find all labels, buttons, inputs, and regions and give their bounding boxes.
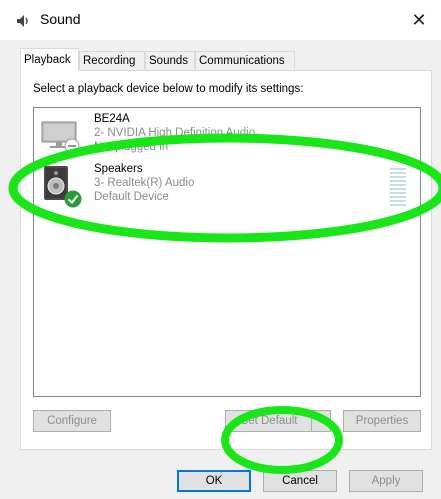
apply-label: Apply — [371, 475, 401, 487]
set-default-dropdown[interactable] — [311, 411, 330, 431]
tab-playback[interactable]: Playback — [20, 48, 79, 71]
window-title: Sound — [40, 11, 81, 27]
device-status: Not plugged in — [94, 141, 169, 153]
tab-label: Communications — [199, 55, 285, 67]
tab-sounds[interactable]: Sounds — [145, 51, 195, 69]
volume-level-meter — [390, 168, 406, 206]
instruction-text: Select a playback device below to modify… — [33, 83, 304, 95]
ok-label: OK — [205, 475, 223, 487]
device-item-be24a[interactable]: BE24A 2- NVIDIA High Definition Audio No… — [34, 110, 420, 160]
default-check-icon — [64, 190, 82, 208]
device-name: Speakers — [94, 163, 143, 175]
set-default-label: Set Default — [240, 415, 298, 427]
cancel-label: Cancel — [282, 475, 318, 487]
device-driver: 2- NVIDIA High Definition Audio — [94, 127, 256, 139]
configure-label: Configure — [47, 415, 97, 427]
tab-label: Recording — [83, 55, 136, 67]
dialog-client-area: Playback Recording Sounds Communications… — [0, 40, 441, 499]
tab-label: Sounds — [149, 55, 189, 67]
cancel-button[interactable]: Cancel — [263, 470, 337, 492]
device-name: BE24A — [94, 113, 130, 125]
apply-button[interactable]: Apply — [349, 470, 423, 492]
set-default-button[interactable]: Set Default — [225, 410, 331, 432]
title-bar: Sound ✕ — [0, 0, 441, 40]
device-status: Default Device — [94, 191, 169, 203]
device-driver: 3- Realtek(R) Audio — [94, 177, 195, 189]
device-list[interactable]: BE24A 2- NVIDIA High Definition Audio No… — [33, 107, 421, 397]
ok-button[interactable]: OK — [177, 470, 251, 492]
playback-panel: Select a playback device below to modify… — [20, 70, 432, 450]
properties-label: Properties — [355, 415, 409, 427]
close-icon: ✕ — [411, 10, 427, 30]
chevron-down-icon — [317, 419, 325, 423]
device-item-speakers[interactable]: Speakers 3- Realtek(R) Audio Default Dev… — [34, 160, 420, 210]
tab-label: Playback — [24, 54, 71, 66]
close-button[interactable]: ✕ — [397, 0, 441, 40]
tab-communications[interactable]: Communications — [195, 51, 295, 69]
tab-recording[interactable]: Recording — [79, 51, 145, 69]
configure-button[interactable]: Configure — [33, 410, 111, 432]
unplugged-icon — [64, 138, 80, 154]
properties-button[interactable]: Properties — [343, 410, 421, 432]
sound-app-icon — [17, 15, 28, 27]
